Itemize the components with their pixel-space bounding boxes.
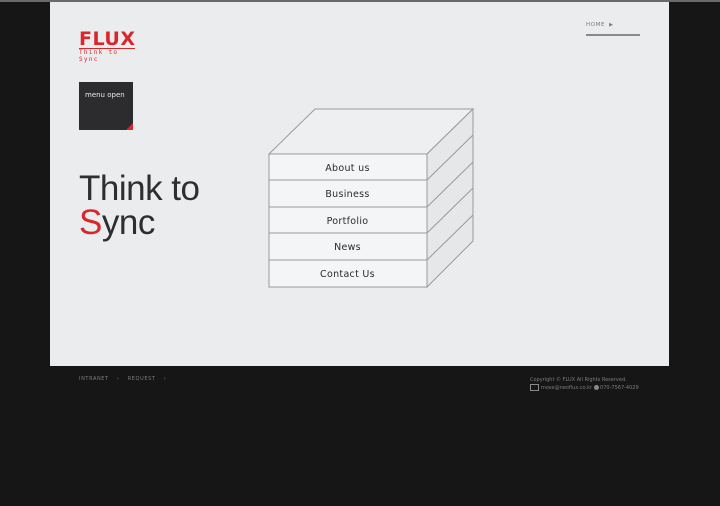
nav-business[interactable]: Business xyxy=(269,181,426,207)
mail-icon xyxy=(530,384,539,391)
phone-icon xyxy=(594,385,600,390)
hero-accent-letter: S xyxy=(79,203,102,242)
nav-news[interactable]: News xyxy=(269,234,426,260)
play-arrow-icon: ▶ xyxy=(609,22,614,28)
corner-triangle-icon xyxy=(126,123,133,130)
logo-tagline: Think to Sync xyxy=(79,48,135,63)
nav-contact-us[interactable]: Contact Us xyxy=(269,261,426,287)
copyright-text: Copyright © FLUX All Rights Reserved. xyxy=(530,377,627,383)
footer-contact: Copyright © FLUX All Rights Reserved. mo… xyxy=(530,376,650,392)
nav-about-us[interactable]: About us xyxy=(269,155,426,181)
nav-about-us-label: About us xyxy=(325,162,370,174)
nav-portfolio-label: Portfolio xyxy=(326,215,369,227)
contact-phone: 070-7567-4029 xyxy=(600,385,639,391)
menu-open-button[interactable]: menu open xyxy=(79,82,133,130)
hero-headline: Think to Sync xyxy=(79,171,200,242)
nav-news-label: News xyxy=(334,241,361,253)
hero-line-2: Sync xyxy=(79,203,200,242)
nav-business-label: Business xyxy=(325,188,370,200)
main-stage: FLUX Think to Sync HOME ▶ menu open Think… xyxy=(50,2,669,366)
hero-line-2-rest: ync xyxy=(101,203,155,242)
logo-wordmark: FLUX xyxy=(79,28,136,50)
home-label: HOME xyxy=(586,22,606,28)
contact-email[interactable]: mose@neoflux.co.kr xyxy=(541,385,592,391)
request-label: REQUEST xyxy=(127,376,156,382)
footer-link-request[interactable]: REQUEST › xyxy=(128,376,167,382)
flux-logo[interactable]: FLUX Think to Sync xyxy=(79,28,136,63)
cube-menu: About us Business Portfolio News Contact… xyxy=(268,108,474,294)
menu-open-label: menu open xyxy=(85,91,125,99)
footer-links: INTRANET › REQUEST › xyxy=(79,376,172,382)
footer-link-intranet[interactable]: INTRANET › xyxy=(79,376,120,382)
nav-contact-us-label: Contact Us xyxy=(320,268,375,280)
intranet-label: INTRANET xyxy=(79,376,109,382)
contact-line: mose@neoflux.co.kr 070-7567-4029 xyxy=(530,384,650,392)
nav-portfolio[interactable]: Portfolio xyxy=(269,208,426,234)
home-link[interactable]: HOME ▶ xyxy=(586,22,640,36)
